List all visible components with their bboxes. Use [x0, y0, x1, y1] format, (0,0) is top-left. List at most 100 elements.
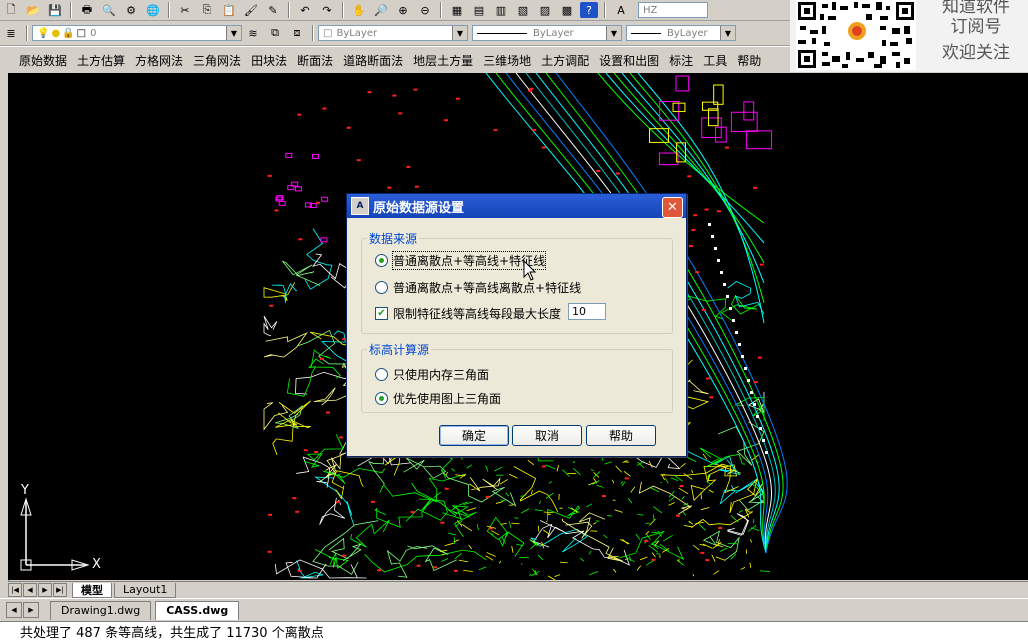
lineweight-value: ByLayer [667, 28, 708, 39]
doc-tab-drawing1[interactable]: Drawing1.dwg [50, 601, 151, 620]
plot-icon[interactable]: 🖶 [78, 2, 96, 18]
max-length-input[interactable]: 10 [568, 303, 606, 320]
app-icon: A [351, 197, 369, 215]
copy-icon[interactable]: ⎘ [198, 2, 216, 18]
ok-button[interactable]: 确定 [439, 425, 509, 446]
toolbar-separator [342, 2, 344, 18]
sheet-set-icon[interactable]: ▧ [514, 2, 532, 18]
text-style-icon[interactable]: A [612, 2, 630, 18]
layer-combo[interactable]: 💡 ● 🔒 □ 0 ▼ [32, 25, 242, 41]
menu-item[interactable]: 道路断面法 [338, 52, 408, 69]
prev-tab-icon[interactable]: ◀ [23, 583, 37, 597]
menu-item[interactable]: 三角网法 [188, 52, 246, 69]
layer-on-icon: 💡 [37, 28, 49, 39]
color-combo[interactable]: □ ByLayer ▼ [318, 25, 468, 41]
tool-palette-icon[interactable]: ▥ [492, 2, 510, 18]
dialog-title: 原始数据源设置 [373, 197, 464, 216]
last-tab-icon[interactable]: ▶| [53, 583, 67, 597]
chevron-down-icon: ▼ [720, 26, 735, 40]
standard-toolbar: 🗋 📂 💾 🖶 🔍 ⚙ 🌐 ✂ ⎘ 📋 🖌 ✎ ↶ ↷ ✋ 🔎 ⊕ ⊖ ▦ ▤ … [0, 0, 790, 21]
option-memory-tin-radio[interactable]: 只使用内存三角面 [375, 366, 489, 383]
next-tab-icon[interactable]: ▶ [38, 583, 52, 597]
tab-layout1-label: Layout1 [123, 583, 167, 596]
new-file-icon[interactable]: 🗋 [2, 2, 20, 18]
doc-next-icon[interactable]: ▶ [23, 602, 39, 618]
menu-item[interactable]: 帮助 [732, 52, 766, 69]
tab-layout1[interactable]: Layout1 [114, 583, 176, 598]
design-center-icon[interactable]: ▤ [470, 2, 488, 18]
mouse-cursor-icon [523, 260, 537, 282]
text-style-combo[interactable]: HZ [638, 2, 708, 18]
option-4-label: 优先使用图上三角面 [393, 390, 501, 407]
dialog-title-bar[interactable]: A 原始数据源设置 ✕ [347, 194, 686, 218]
doc-tab-cass[interactable]: CASS.dwg [155, 601, 239, 620]
toolbar-separator [70, 2, 72, 18]
globe-icon[interactable]: 🌐 [144, 2, 162, 18]
help-button[interactable]: 帮助 [586, 425, 656, 446]
close-button[interactable]: ✕ [662, 197, 683, 218]
pencil-icon[interactable]: ✎ [264, 2, 282, 18]
checkmark-icon: ✔ [375, 307, 388, 320]
menu-item[interactable]: 方格网法 [130, 52, 188, 69]
publish-icon[interactable]: ⚙ [122, 2, 140, 18]
menu-item[interactable]: 三维场地 [478, 52, 536, 69]
save-icon[interactable]: 💾 [46, 2, 64, 18]
calculator-icon[interactable]: ▩ [558, 2, 576, 18]
match-properties-icon[interactable]: 🖌 [242, 2, 260, 18]
command-line[interactable]: 共处理了 487 条等高线，共生成了 11730 个离散点 [0, 621, 1028, 643]
limit-length-checkbox[interactable]: ✔ 限制特征线等高线每段最大长度 [375, 305, 561, 322]
cut-icon[interactable]: ✂ [176, 2, 194, 18]
data-source-dialog: A 原始数据源设置 ✕ 数据来源 普通离散点+等高线+特征线 普通离散点+等高线… [346, 193, 687, 457]
layer-lock-icon: 🔒 [62, 28, 74, 39]
linetype-combo[interactable]: ByLayer ▼ [472, 25, 622, 41]
chevron-down-icon: ▼ [452, 26, 467, 40]
zoom-previous-icon[interactable]: ⊖ [416, 2, 434, 18]
redo-icon[interactable]: ↷ [318, 2, 336, 18]
make-current-icon[interactable]: ≋ [244, 25, 262, 41]
option-drawing-tin-radio[interactable]: 优先使用图上三角面 [375, 390, 501, 407]
help-button-label: 帮助 [609, 427, 633, 444]
preview-icon[interactable]: 🔍 [100, 2, 118, 18]
lineweight-combo[interactable]: ByLayer ▼ [626, 25, 736, 41]
color-value: ByLayer [336, 28, 377, 39]
menu-item[interactable]: 土方估算 [72, 52, 130, 69]
text-style-value: HZ [643, 5, 657, 16]
paste-icon[interactable]: 📋 [220, 2, 238, 18]
color-swatch-icon: □ [323, 28, 332, 39]
tab-model[interactable]: 模型 [72, 583, 112, 598]
pan-icon[interactable]: ✋ [350, 2, 368, 18]
option-3-label: 只使用内存三角面 [393, 366, 489, 383]
zoom-realtime-icon[interactable]: 🔎 [372, 2, 390, 18]
layer-previous-icon[interactable]: ⧉ [266, 25, 284, 41]
doc-tab-cass-label: CASS.dwg [166, 604, 228, 617]
menu-item[interactable]: 标注 [664, 52, 698, 69]
cancel-button[interactable]: 取消 [512, 425, 582, 446]
open-file-icon[interactable]: 📂 [24, 2, 42, 18]
menu-item[interactable]: 土方调配 [536, 52, 594, 69]
option-contour-points-radio[interactable]: 普通离散点+等高线离散点+特征线 [375, 279, 581, 296]
tab-model-label: 模型 [81, 582, 103, 598]
option-contour-feature-radio[interactable]: 普通离散点+等高线+特征线 [375, 252, 545, 269]
qr-code-icon [796, 0, 916, 70]
first-tab-icon[interactable]: |◀ [8, 583, 22, 597]
menu-item[interactable]: 田块法 [246, 52, 292, 69]
properties-icon[interactable]: ▦ [448, 2, 466, 18]
menu-item[interactable]: 工具 [698, 52, 732, 69]
doc-prev-icon[interactable]: ◀ [6, 602, 22, 618]
cancel-button-label: 取消 [535, 427, 559, 444]
menu-item[interactable]: 原始数据 [14, 52, 72, 69]
menu-item[interactable]: 地层土方量 [408, 52, 478, 69]
menu-item[interactable]: 设置和出图 [594, 52, 664, 69]
undo-icon[interactable]: ↶ [296, 2, 314, 18]
help-icon[interactable]: ? [580, 2, 598, 18]
markup-icon[interactable]: ▨ [536, 2, 554, 18]
toolbar-separator [440, 2, 442, 18]
toolbar-separator [288, 2, 290, 18]
layer-states-icon[interactable]: ⧈ [288, 25, 306, 41]
toolbar-separator [26, 25, 28, 41]
zoom-window-icon[interactable]: ⊕ [394, 2, 412, 18]
linetype-value: ByLayer [533, 28, 574, 39]
menu-item[interactable]: 断面法 [292, 52, 338, 69]
layer-manager-icon[interactable]: ≣ [2, 25, 20, 41]
command-line-text: 共处理了 487 条等高线，共生成了 11730 个离散点 [20, 626, 324, 641]
